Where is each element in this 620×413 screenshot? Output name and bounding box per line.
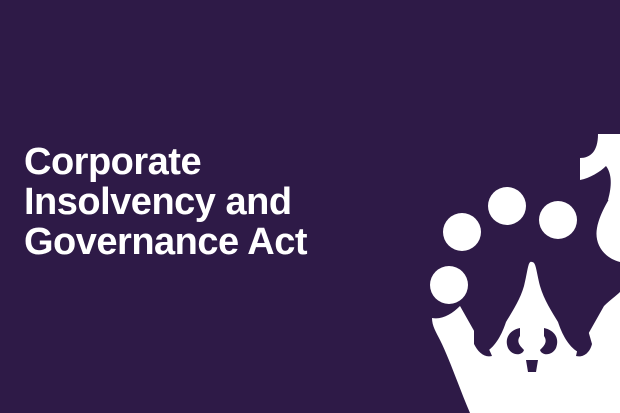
banner: Corporate Insolvency and Governance Act	[0, 0, 620, 413]
crown-icon	[430, 134, 620, 413]
